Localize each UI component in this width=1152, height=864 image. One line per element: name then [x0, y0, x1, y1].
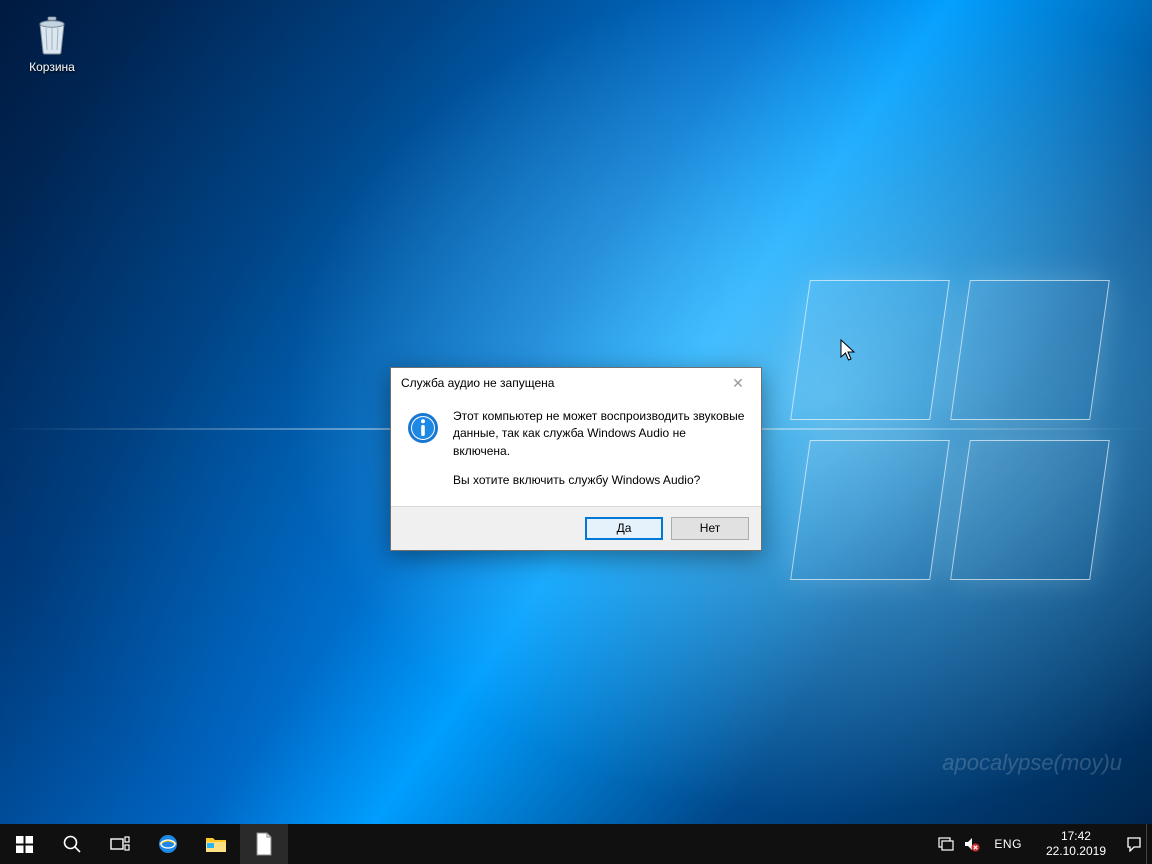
- tray-time: 17:42: [1046, 829, 1106, 844]
- dialog-message-line1: Этот компьютер не может воспроизводить з…: [453, 408, 745, 460]
- task-view-button[interactable]: [96, 824, 144, 864]
- dialog-title: Служба аудио не запущена: [401, 376, 554, 390]
- taskbar: ENG 17:42 22.10.2019: [0, 824, 1152, 864]
- show-desktop-button[interactable]: [1146, 824, 1152, 864]
- watermark-text: apocalypse(moy)u: [942, 750, 1122, 776]
- tray-action-center-icon[interactable]: [1126, 836, 1142, 852]
- dialog-button-row: Да Нет: [391, 506, 761, 550]
- recycle-bin-icon: [28, 10, 76, 58]
- yes-button[interactable]: Да: [585, 517, 663, 540]
- file-explorer-icon: [205, 834, 227, 854]
- ie-icon: [156, 832, 180, 856]
- audio-service-dialog: Служба аудио не запущена ✕ Этот компьюте…: [390, 367, 762, 551]
- close-icon[interactable]: ✕: [715, 368, 761, 398]
- tray-network-icon[interactable]: [938, 836, 954, 852]
- tray-clock[interactable]: 17:42 22.10.2019: [1036, 829, 1116, 859]
- dialog-message-line2: Вы хотите включить службу Windows Audio?: [453, 472, 745, 489]
- dialog-message: Этот компьютер не может воспроизводить з…: [453, 408, 745, 490]
- tray-language[interactable]: ENG: [990, 837, 1026, 851]
- windows-start-icon: [16, 836, 33, 853]
- wallpaper-windows-logo: [800, 280, 1110, 590]
- no-button[interactable]: Нет: [671, 517, 749, 540]
- info-icon: [407, 412, 439, 444]
- dialog-titlebar[interactable]: Служба аудио не запущена ✕: [391, 368, 761, 398]
- search-icon: [62, 834, 82, 854]
- recycle-bin[interactable]: Корзина: [14, 6, 90, 74]
- system-tray: ENG 17:42 22.10.2019: [930, 824, 1146, 864]
- tray-volume-icon[interactable]: [964, 836, 980, 852]
- task-view-icon: [110, 836, 130, 852]
- taskbar-app-notepad[interactable]: [240, 824, 288, 864]
- tray-date: 22.10.2019: [1046, 844, 1106, 859]
- document-icon: [254, 832, 274, 856]
- taskbar-app-explorer[interactable]: [192, 824, 240, 864]
- recycle-bin-label: Корзина: [14, 60, 90, 74]
- taskbar-app-ie[interactable]: [144, 824, 192, 864]
- start-button[interactable]: [0, 824, 48, 864]
- search-button[interactable]: [48, 824, 96, 864]
